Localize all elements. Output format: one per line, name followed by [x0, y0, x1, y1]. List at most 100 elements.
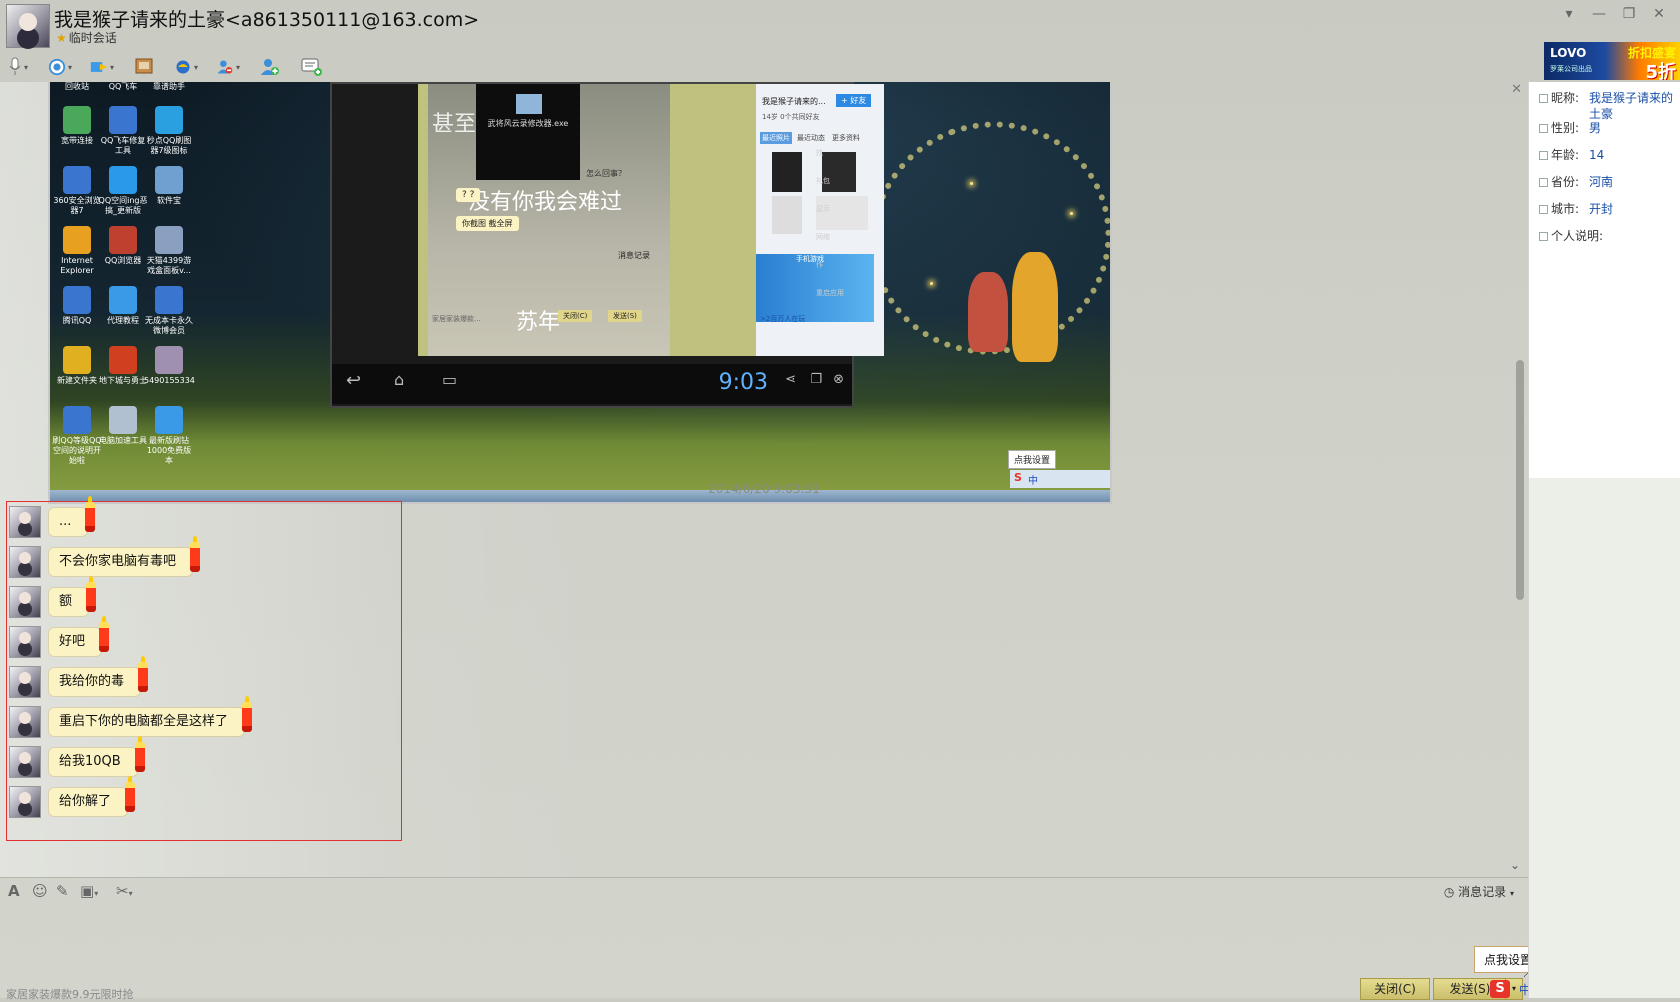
message-bubble[interactable]: 给你解了 [49, 776, 136, 816]
desktop-icon: 天猫4399游戏盒面板v... [144, 226, 194, 276]
firecracker-icon [242, 696, 253, 732]
sender-avatar[interactable] [9, 706, 41, 738]
message-history-button[interactable]: ◷ 消息记录 ▾ [1444, 883, 1514, 900]
message-bubble[interactable]: 给我10QB [49, 736, 145, 776]
message-row: 重启下你的电脑都全是这样了 [7, 696, 401, 740]
desktop-icon-label: QQ飞车 [108, 82, 138, 91]
image-icon[interactable]: ▣▾ [80, 882, 98, 900]
video-icon[interactable]: ▾ [48, 56, 72, 78]
file-icon [516, 94, 542, 114]
inner-profile-name: 我是猴子请来的... [762, 97, 826, 106]
inner-question: 怎么回事？ [586, 169, 626, 178]
inner-file-label: 武将风云录修改器.exe [487, 119, 569, 128]
desktop-icon-image [155, 106, 183, 134]
profile-value: 开封 [1589, 202, 1614, 216]
share-icon: ⋖ [785, 372, 796, 387]
inner-online: >2百万人在玩 [760, 315, 806, 323]
block-user-icon[interactable]: ▾ [216, 56, 240, 78]
desktop-icon-image [155, 166, 183, 194]
inner-side-item: 找 [816, 149, 823, 157]
inner-preview: 武将风云录修改器.exe [476, 84, 580, 180]
desktop-icon-label: QQ空间ing恶搞_更新版 [98, 196, 148, 215]
scroll-thumb[interactable] [1516, 360, 1524, 600]
desktop-icon-image [63, 106, 91, 134]
message-bubble[interactable]: 重启下你的电脑都全是这样了 [49, 696, 253, 736]
desktop-icon-image [109, 346, 137, 374]
edit-icon[interactable]: ✎ [56, 882, 69, 900]
sender-avatar[interactable] [9, 666, 41, 698]
close-icon[interactable]: ✕ [1644, 4, 1674, 24]
wallpaper-figure [968, 272, 1008, 352]
message-history[interactable]: ✕ 回收站 QQ飞车 靠谱助手 宽带连接 QQ飞车修复工具 秒点QQ刷图器7级图标 360安… [0, 82, 1528, 877]
received-screenshot-image[interactable]: 回收站 QQ飞车 靠谱助手 宽带连接 QQ飞车修复工具 秒点QQ刷图器7级图标 360安全浏… [48, 82, 1112, 504]
message-input[interactable] [0, 904, 1532, 978]
message-text: 给我10QB [59, 754, 121, 769]
desktop-icon-image [63, 226, 91, 254]
microphone-icon[interactable]: ▾ [6, 56, 30, 78]
desktop-icon: QQ浏览器 [98, 226, 148, 266]
sender-avatar[interactable] [9, 506, 41, 538]
profile-field: 城市: 开封 [1539, 201, 1679, 217]
desktop-icon: 代理教程 [98, 286, 148, 326]
ad-banner[interactable]: LOVO 罗莱公司出品 折扣盛宴 5折 [1544, 42, 1680, 80]
sender-avatar[interactable] [9, 546, 41, 578]
font-icon[interactable]: A [8, 882, 20, 900]
inner-footer-ad: 家居家装爆款... [432, 315, 481, 323]
emoji-icon[interactable]: ☺ [32, 882, 48, 900]
menu-dropdown-icon[interactable]: ▾ [1554, 4, 1584, 24]
desktop-icon-label: 宽带连接 [61, 136, 93, 145]
sender-avatar[interactable] [9, 746, 41, 778]
contact-avatar[interactable] [6, 4, 50, 48]
scroll-down-icon[interactable]: ⌄ [1510, 858, 1520, 872]
home-icon: ⌂ [394, 370, 405, 389]
desktop-icon-image [155, 286, 183, 314]
scissors-icon[interactable]: ✂▾ [116, 882, 133, 900]
sender-avatar[interactable] [9, 626, 41, 658]
inner-tab: 最近动态 [797, 134, 825, 142]
window-controls: ▾ — ❐ ✕ [1554, 4, 1674, 24]
minimize-icon[interactable]: — [1584, 4, 1614, 24]
desktop-icon-image [63, 166, 91, 194]
desktop-icon-label: 无成本卡永久微博会员 [145, 316, 193, 335]
close-button[interactable]: 关闭(C) [1360, 978, 1430, 1000]
profile-field: 性别: 男 [1539, 120, 1679, 136]
desktop-icon-label: 腾讯QQ [62, 316, 92, 325]
maximize-icon[interactable]: ❐ [1614, 4, 1644, 24]
desktop-icon-image [109, 226, 137, 254]
message-text: 我给你的毒 [59, 674, 125, 689]
inner-age-info: 14岁 0个共同好友 [762, 113, 820, 121]
inner-add-friend: + 好友 [836, 94, 872, 107]
message-bubble[interactable]: 好吧 [49, 616, 110, 656]
highlight-box: ... 不会你家电脑有毒吧额好吧我给你的毒重启下你的电脑都全是这样了给我10QB 给… [6, 496, 402, 841]
desktop-icon-label: 回收站 [65, 82, 89, 91]
desktop-icon: 360安全浏览器7 [52, 166, 102, 216]
session-type-label: 临时会话 [68, 31, 117, 45]
message-row: 额 [7, 576, 401, 620]
footer-ad-link[interactable]: 家居家装爆款9.9元限时抢 [6, 986, 134, 1002]
remote-assist-icon[interactable]: ▾ [174, 56, 198, 78]
message-bubble[interactable]: 我给你的毒 [49, 656, 149, 696]
file-transfer-icon[interactable]: ▾ [90, 56, 114, 78]
inner-close-button: 关闭(C) [558, 310, 593, 322]
screen-share-icon[interactable] [132, 56, 156, 78]
message-row: 给我10QB [7, 736, 401, 780]
chat-toolbar: ▾ ▾ ▾ ▾ ▾ [6, 52, 324, 82]
chat-scrollbar[interactable] [1514, 82, 1526, 702]
add-friend-icon[interactable] [258, 56, 282, 78]
firecracker-icon [134, 736, 145, 772]
message-bubble[interactable]: ... [49, 496, 96, 536]
message-bubble[interactable]: 不会你家电脑有毒吧 [49, 536, 201, 576]
sender-avatar[interactable] [9, 786, 41, 818]
sender-avatar[interactable] [9, 586, 41, 618]
message-bubble[interactable]: 额 [49, 576, 97, 616]
inner-side-item: 网络 [816, 233, 830, 241]
sogou-icon[interactable]: S [1490, 980, 1510, 998]
session-type: ★ 临时会话 [56, 29, 117, 46]
inner-msg: ? ? [456, 188, 481, 202]
profile-value: 14 [1589, 148, 1605, 162]
message-text: 好吧 [59, 634, 86, 649]
group-chat-icon[interactable] [300, 56, 324, 78]
message-row: 我给你的毒 [7, 656, 401, 700]
contact-title: 我是猴子请来的土豪<a861350111@163.com> [54, 9, 480, 31]
back-icon: ↩ [346, 370, 362, 391]
